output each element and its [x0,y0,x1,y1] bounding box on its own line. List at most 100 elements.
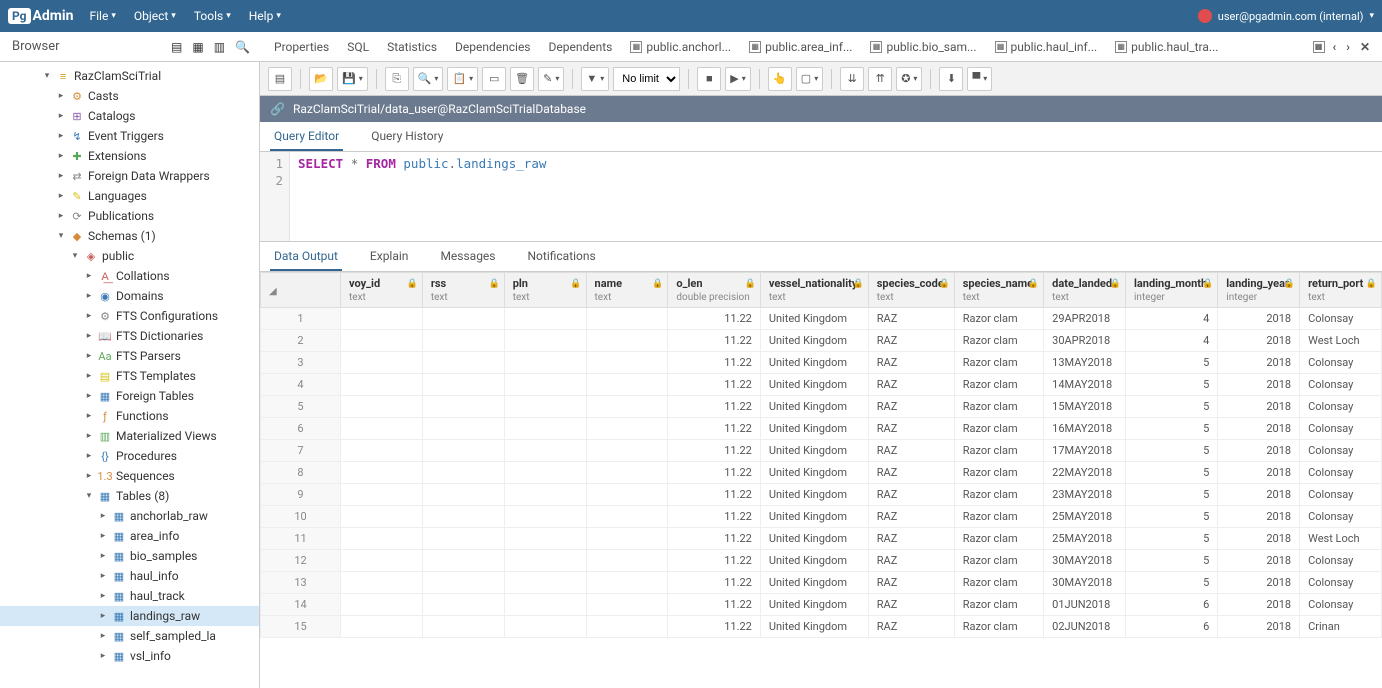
panel-icon-2[interactable]: ▦ [192,40,203,54]
execute-button[interactable]: ▶ [725,67,750,91]
tree-toggle-icon[interactable]: ▸ [98,531,108,541]
explain-analyze-button[interactable]: ▢ [796,67,823,91]
table-row[interactable]: 211.22United KingdomRAZRazor clam30APR20… [261,330,1382,352]
tree-toggle-icon[interactable]: ▸ [84,411,94,421]
tree-toggle-icon[interactable]: ▸ [56,171,66,181]
tab-sql[interactable]: SQL [347,40,369,54]
macros-button[interactable]: ✪ [896,67,922,91]
column-name[interactable]: nametext🔒 [586,273,668,308]
tab-table[interactable]: ▦public.bio_sam... [870,40,976,54]
rollback-button[interactable]: ⇈ [868,67,892,91]
connection-bar[interactable]: 🔗 RazClamSciTrial/data_user@RazClamSciTr… [260,96,1382,122]
tab-table[interactable]: ▦public.haul_inf... [995,40,1098,54]
output-tab-explain[interactable]: Explain [366,243,413,271]
tree-toggle-icon[interactable]: ▸ [56,131,66,141]
tree-node-landings-raw[interactable]: ▸▦landings_raw [0,606,259,626]
tree-node-schemas-1-[interactable]: ▾◆Schemas (1) [0,226,259,246]
tree-node-area-info[interactable]: ▸▦area_info [0,526,259,546]
tree-toggle-icon[interactable]: ▸ [98,571,108,581]
output-tab-data-output[interactable]: Data Output [270,243,342,271]
tree-node-haul-track[interactable]: ▸▦haul_track [0,586,259,606]
table-row[interactable]: 1111.22United KingdomRAZRazor clam25MAY2… [261,528,1382,550]
edit-button[interactable]: ✎ [538,67,564,91]
tree-node-fts-configurations[interactable]: ▸⚙FTS Configurations [0,306,259,326]
tab-next-icon[interactable]: › [1344,40,1352,54]
column-date_landed[interactable]: date_landedtext🔒 [1044,273,1126,308]
open-file-button[interactable]: 📂 [309,67,333,91]
tree-node-fts-dictionaries[interactable]: ▸📖FTS Dictionaries [0,326,259,346]
column-landing_month[interactable]: landing_monthinteger🔒 [1125,273,1217,308]
column-rss[interactable]: rsstext🔒 [422,273,504,308]
table-row[interactable]: 1311.22United KingdomRAZRazor clam30MAY2… [261,572,1382,594]
tab-dependencies[interactable]: Dependencies [455,40,530,54]
menu-tools[interactable]: Tools ▾ [194,9,231,23]
tree-node-foreign-tables[interactable]: ▸▦Foreign Tables [0,386,259,406]
column-voy_id[interactable]: voy_idtext🔒 [341,273,423,308]
column-species_code[interactable]: species_codetext🔒 [868,273,954,308]
tree-node-fts-parsers[interactable]: ▸AaFTS Parsers [0,346,259,366]
tree-node-catalogs[interactable]: ▸⊞Catalogs [0,106,259,126]
table-row[interactable]: 411.22United KingdomRAZRazor clam14MAY20… [261,374,1382,396]
tree-node-casts[interactable]: ▸⚙Casts [0,86,259,106]
tree-toggle-icon[interactable]: ▸ [84,391,94,401]
sort-icon[interactable]: ◢ [269,286,277,297]
tree-node-event-triggers[interactable]: ▸↯Event Triggers [0,126,259,146]
find-button[interactable]: 🔍 [413,67,444,91]
explain-button[interactable]: 👆 [768,67,792,91]
browser-tree[interactable]: ▾≡RazClamSciTrial▸⚙Casts▸⊞Catalogs▸↯Even… [0,62,260,688]
tree-node-anchorlab-raw[interactable]: ▸▦anchorlab_raw [0,506,259,526]
tab-table[interactable]: ▦public.anchorl... [630,40,731,54]
column-pln[interactable]: plntext🔒 [504,273,586,308]
search-icon[interactable]: 🔍 [235,40,250,54]
tree-node-materialized-views[interactable]: ▸▥Materialized Views [0,426,259,446]
more-tabs-icon[interactable]: ▦ [1313,41,1325,53]
tree-node-languages[interactable]: ▸✎Languages [0,186,259,206]
delete-button[interactable]: 🗑 [510,67,534,91]
tree-node-vsl-info[interactable]: ▸▦vsl_info [0,646,259,666]
tree-toggle-icon[interactable]: ▸ [56,211,66,221]
stop-button[interactable]: ■ [697,67,721,91]
tab-table[interactable]: ▦public.area_inf... [749,40,852,54]
tree-toggle-icon[interactable]: ▸ [56,91,66,101]
output-tab-messages[interactable]: Messages [436,243,499,271]
tree-node-functions[interactable]: ▸ƒFunctions [0,406,259,426]
user-menu[interactable]: user@pgadmin.com (internal) ▾ [1198,9,1374,23]
commit-button[interactable]: ⇊ [840,67,864,91]
limit-select[interactable]: No limit [613,67,680,91]
column-vessel_nationality[interactable]: vessel_nationalitytext🔒 [760,273,868,308]
column-landing_year[interactable]: landing_yearinteger🔒 [1218,273,1300,308]
table-row[interactable]: 111.22United KingdomRAZRazor clam29APR20… [261,308,1382,330]
tree-node-self-sampled-la[interactable]: ▸▦self_sampled_la [0,626,259,646]
tree-node-foreign-data-wrappers[interactable]: ▸⇄Foreign Data Wrappers [0,166,259,186]
tree-toggle-icon[interactable]: ▾ [42,71,52,81]
tree-toggle-icon[interactable]: ▾ [70,251,80,261]
tab-prev-icon[interactable]: ‹ [1331,40,1339,54]
tree-toggle-icon[interactable]: ▸ [84,451,94,461]
tree-toggle-icon[interactable]: ▸ [56,191,66,201]
tab-dependents[interactable]: Dependents [549,40,613,54]
tab-properties[interactable]: Properties [274,40,329,54]
panel-icon-3[interactable]: ▥ [214,40,225,54]
tree-toggle-icon[interactable]: ▸ [98,511,108,521]
tree-node-razclamscitrial[interactable]: ▾≡RazClamSciTrial [0,66,259,86]
paste-button[interactable]: 📋 [447,67,478,91]
panel-icon-1[interactable]: ▤ [171,40,182,54]
table-row[interactable]: 311.22United KingdomRAZRazor clam13MAY20… [261,352,1382,374]
tree-toggle-icon[interactable]: ▸ [84,471,94,481]
table-row[interactable]: 1011.22United KingdomRAZRazor clam25MAY2… [261,506,1382,528]
tree-toggle-icon[interactable]: ▸ [84,291,94,301]
tab-statistics[interactable]: Statistics [387,40,437,54]
tree-toggle-icon[interactable]: ▸ [84,331,94,341]
save-data-button[interactable]: ▤ [268,67,292,91]
tree-node-sequences[interactable]: ▸1.3Sequences [0,466,259,486]
tree-node-fts-templates[interactable]: ▸▤FTS Templates [0,366,259,386]
tab-close-icon[interactable]: ✕ [1358,40,1372,54]
tree-toggle-icon[interactable]: ▸ [56,151,66,161]
menu-file[interactable]: File ▾ [89,9,115,23]
tree-node-domains[interactable]: ▸◉Domains [0,286,259,306]
tree-node-extensions[interactable]: ▸✚Extensions [0,146,259,166]
copy-rows-button[interactable]: ▭ [482,67,506,91]
tree-toggle-icon[interactable]: ▸ [98,591,108,601]
download-button[interactable]: ⬇ [939,67,963,91]
tree-toggle-icon[interactable]: ▾ [84,491,94,501]
